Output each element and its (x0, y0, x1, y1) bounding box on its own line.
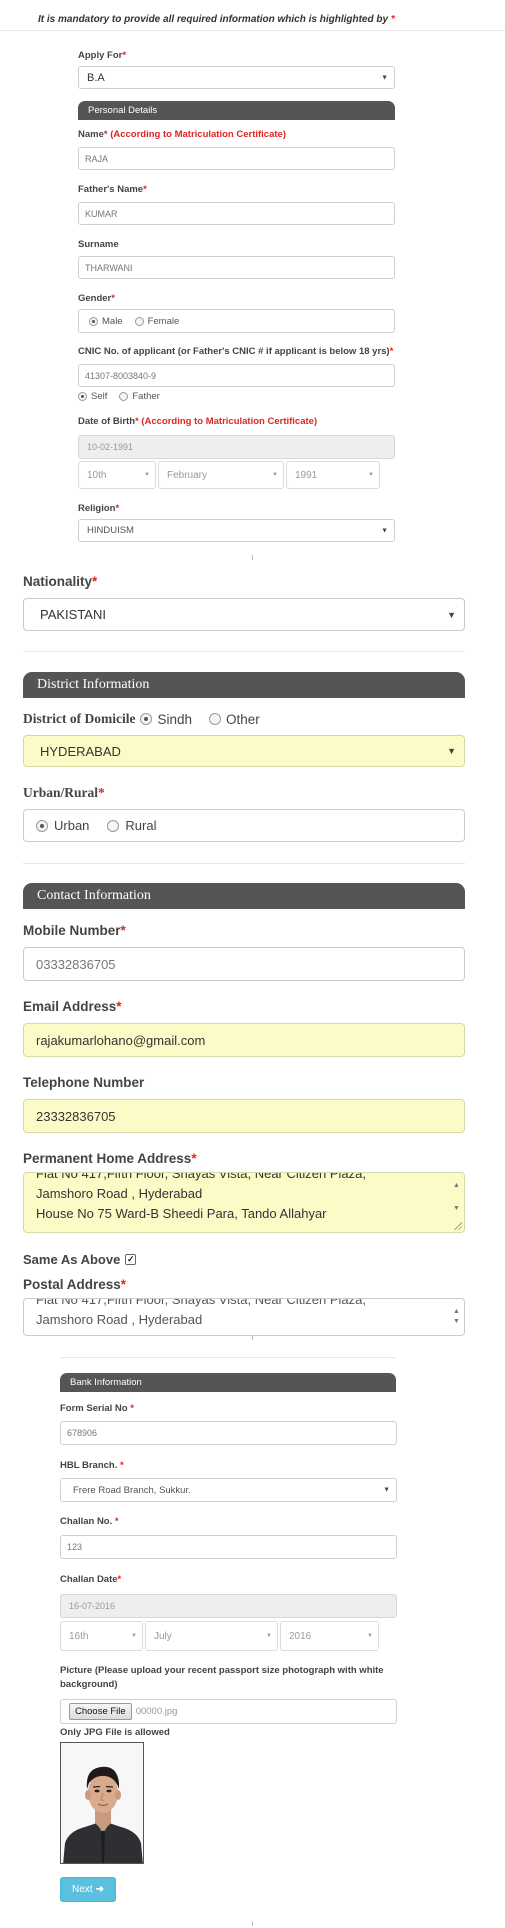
rural-radio[interactable] (107, 819, 120, 832)
same-as-above-row: Same As Above ✓ (23, 1252, 137, 1267)
scroll-up-icon[interactable]: ▲ (453, 1176, 460, 1196)
divider (23, 863, 465, 864)
postal-address-label: Postal Address* (23, 1277, 127, 1292)
chevron-down-icon: ▼ (272, 472, 278, 478)
surname-label: Surname (78, 239, 119, 250)
chevron-down-icon: ▼ (381, 74, 388, 81)
telephone-number-input[interactable]: 23332836705 (23, 1099, 465, 1133)
cnic-label: CNIC No. of applicant (or Father's CNIC … (78, 346, 394, 357)
permanent-address-label: Permanent Home Address* (23, 1151, 197, 1166)
chevron-down-icon: ▼ (368, 472, 374, 478)
domicile-label: District of Domicile (23, 711, 136, 726)
mobile-number-label: Mobile Number* (23, 923, 126, 938)
personal-details-header: Personal Details (78, 101, 395, 120)
file-name: 00000.jpg (135, 1706, 178, 1717)
section-tick (252, 1335, 253, 1340)
district-information-header: District Information (23, 672, 465, 698)
telephone-number-label: Telephone Number (23, 1075, 145, 1090)
domicile-sindh-radio[interactable] (140, 713, 153, 725)
chevron-down-icon: ▼ (144, 472, 150, 478)
chevron-down-icon: ▼ (381, 527, 388, 534)
jpg-only-note: Only JPG File is allowed (60, 1727, 170, 1738)
chevron-down-icon: ▼ (383, 1486, 390, 1494)
challan-date-label: Challan Date* (60, 1574, 122, 1585)
section-tick (252, 555, 253, 560)
divider (23, 651, 465, 652)
form-serial-input[interactable]: 678906 (60, 1421, 397, 1445)
apply-for-label: Apply For* (78, 50, 127, 61)
mandatory-notice: It is mandatory to provide all required … (38, 14, 395, 25)
file-input[interactable]: Choose File 00000.jpg (60, 1699, 397, 1724)
domicile-other-radio[interactable] (209, 713, 221, 725)
bank-information-header: Bank Information (60, 1373, 396, 1392)
chevron-down-icon: ▼ (447, 746, 456, 756)
urban-rural-group: Urban Rural (23, 809, 465, 842)
next-button[interactable]: Next ➜ (60, 1877, 116, 1902)
postal-address-textarea[interactable]: Flat No 417,Fifth Floor, Shayas Vista, N… (23, 1298, 465, 1336)
section-tick (252, 1921, 253, 1926)
permanent-address-textarea[interactable]: Flat No 417,Fifth Floor, Shayas Vista, N… (23, 1172, 465, 1233)
same-as-above-checkbox[interactable]: ✓ (125, 1254, 137, 1265)
challan-day-select[interactable]: 16th ▼ (60, 1621, 143, 1651)
gender-group: Male Female (78, 309, 395, 333)
chevron-down-icon: ▼ (131, 1633, 137, 1639)
dob-year-select[interactable]: 1991 ▼ (286, 461, 380, 489)
domicile-row: District of Domicile Sindh Other (23, 711, 260, 727)
dob-month-select[interactable]: February ▼ (158, 461, 284, 489)
name-label: Name* (According to Matriculation Certif… (78, 129, 286, 140)
gender-male-radio[interactable] (89, 316, 98, 326)
arrow-right-icon: ➜ (95, 1884, 104, 1895)
chevron-down-icon: ▼ (266, 1633, 272, 1639)
scroll-down-icon[interactable]: ▼ (453, 1199, 460, 1219)
name-input[interactable]: RAJA (78, 147, 395, 170)
religion-select[interactable]: HINDUISM ▼ (78, 519, 395, 542)
domicile-district-select[interactable]: HYDERABAD ▼ (23, 735, 465, 767)
cnic-self-radio[interactable] (78, 392, 87, 401)
form-serial-label: Form Serial No * (60, 1403, 134, 1414)
same-as-above-label: Same As Above (23, 1252, 121, 1267)
nationality-select[interactable]: PAKISTANI ▼ (23, 598, 465, 631)
resize-grip-icon[interactable] (454, 1222, 462, 1230)
chevron-down-icon: ▼ (447, 609, 456, 620)
urban-radio[interactable] (36, 819, 48, 832)
father-name-input[interactable]: KUMAR (78, 202, 395, 225)
dob-day-select[interactable]: 10th ▼ (78, 461, 156, 489)
urban-rural-label: Urban/Rural* (23, 785, 105, 800)
gender-female-radio[interactable] (134, 316, 144, 326)
surname-input[interactable]: THARWANI (78, 256, 395, 279)
challan-date-display: 16-07-2016 (60, 1594, 397, 1618)
cnic-input[interactable]: 41307-8003840-9 (78, 364, 395, 387)
challan-year-select[interactable]: 2016 ▼ (280, 1621, 379, 1651)
cnic-owner-group: Self Father (78, 391, 160, 402)
textarea-scrollbar[interactable]: ▲ ▼ (451, 1300, 463, 1334)
hbl-branch-select[interactable]: Frere Road Branch, Sukkur. ▼ (60, 1478, 397, 1502)
challan-no-input[interactable]: 123 (60, 1535, 397, 1559)
cnic-father-radio[interactable] (119, 392, 129, 401)
scroll-down-icon[interactable]: ▼ (453, 1312, 460, 1332)
dob-label: Date of Birth* (According to Matriculati… (78, 416, 318, 427)
picture-label: Picture (Please upload your recent passp… (60, 1665, 384, 1690)
dob-display: 10-02-1991 (78, 435, 395, 459)
challan-no-label: Challan No. * (60, 1516, 119, 1527)
nationality-label: Nationality* (23, 574, 98, 589)
challan-month-select[interactable]: July ▼ (145, 1621, 278, 1651)
apply-for-select[interactable]: B.A ▼ (78, 66, 395, 89)
choose-file-button[interactable]: Choose File (69, 1703, 132, 1720)
father-name-label: Father's Name* (78, 184, 147, 195)
mobile-number-input[interactable]: 03332836705 (23, 947, 465, 981)
passport-photo (60, 1742, 144, 1864)
divider (60, 1357, 396, 1358)
religion-label: Religion* (78, 503, 120, 514)
gender-label: Gender* (78, 293, 115, 304)
email-address-input[interactable]: rajakumarlohano@gmail.com (23, 1023, 465, 1057)
email-address-label: Email Address* (23, 999, 122, 1014)
contact-information-header: Contact Information (23, 883, 465, 909)
chevron-down-icon: ▼ (367, 1633, 373, 1639)
person-photo-icon (61, 1743, 143, 1863)
hbl-branch-label: HBL Branch. * (60, 1460, 124, 1471)
top-divider (0, 30, 505, 31)
